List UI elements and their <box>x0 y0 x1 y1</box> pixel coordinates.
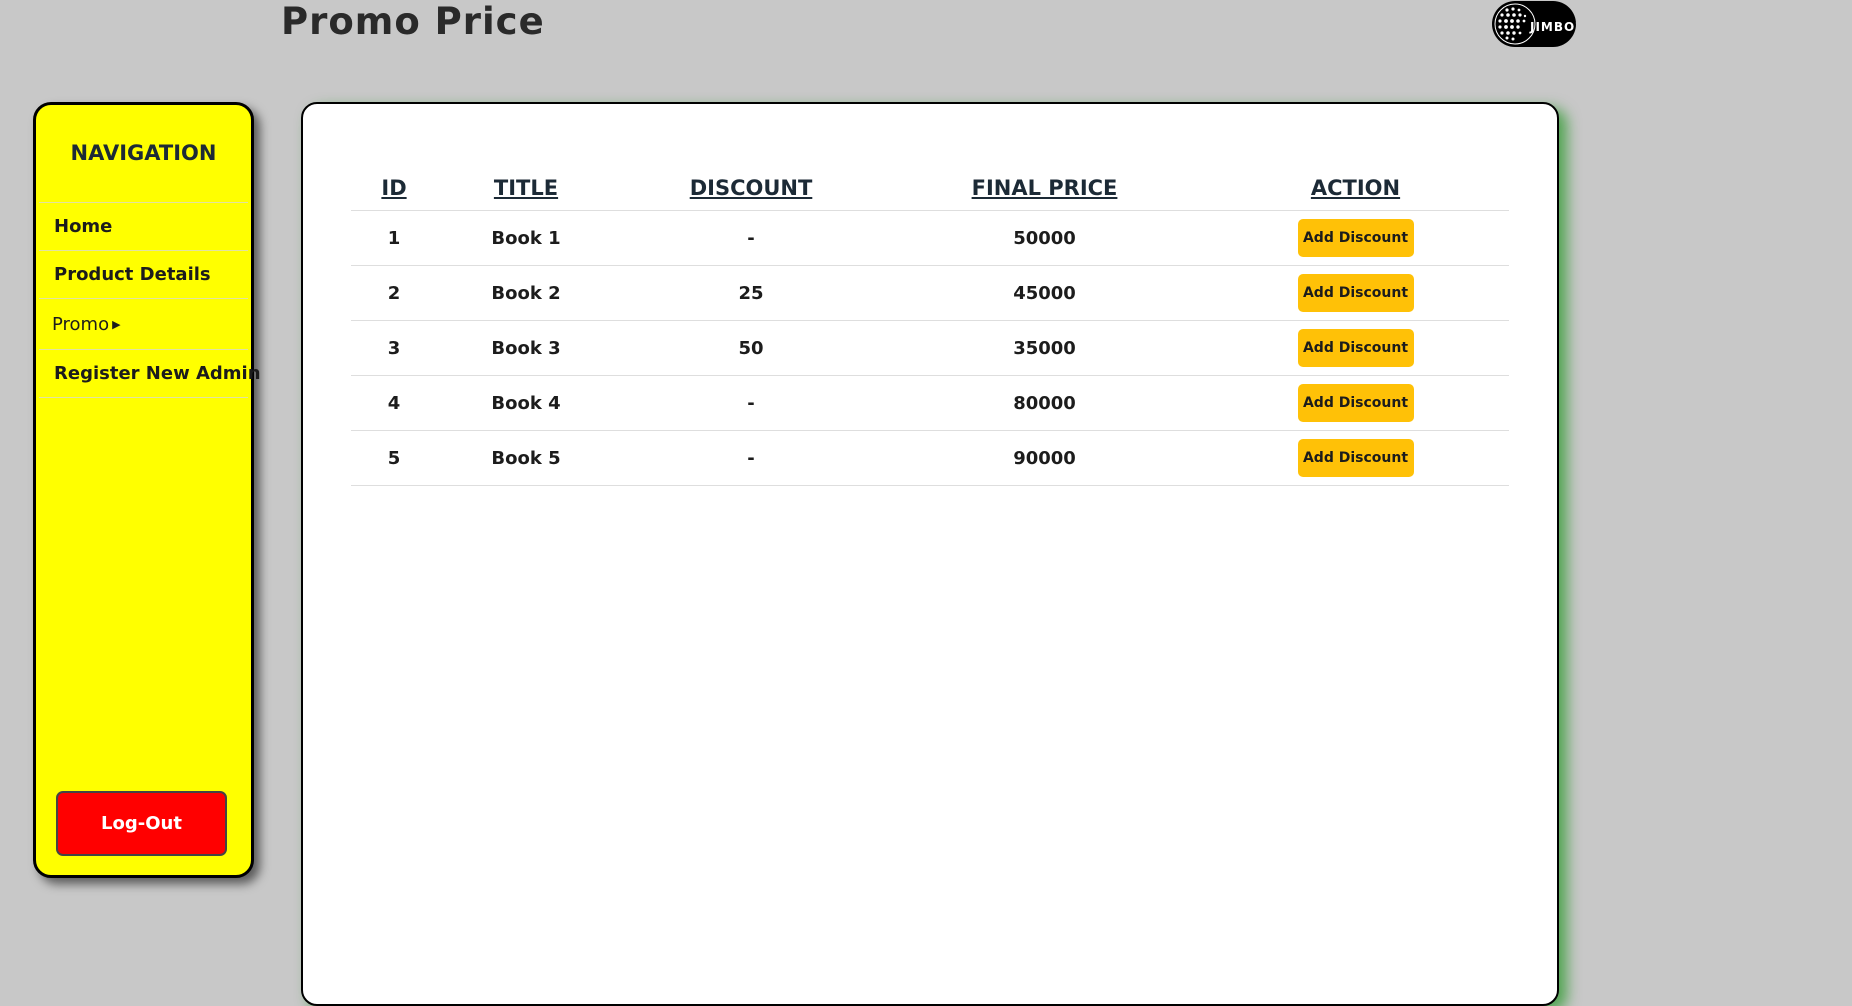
main-card: ID TITLE DISCOUNT FINAL PRICE ACTION 1 B… <box>301 102 1559 1006</box>
table-row: 3 Book 3 50 35000 Add Discount <box>351 320 1509 376</box>
table-row: 2 Book 2 25 45000 Add Discount <box>351 265 1509 321</box>
cell-id: 5 <box>351 430 437 486</box>
cell-title: Book 5 <box>437 430 615 486</box>
sidebar-item-label: Register New Admin <box>54 363 261 384</box>
brand-logo[interactable]: JIMBOZ <box>1492 1 1576 47</box>
cell-id: 3 <box>351 320 437 376</box>
add-discount-button[interactable]: Add Discount <box>1297 384 1414 422</box>
sidebar-item-label: Home <box>54 216 113 237</box>
cell-final-price: 35000 <box>887 320 1202 376</box>
sidebar-title: NAVIGATION <box>70 141 217 165</box>
column-header-action: ACTION <box>1202 166 1509 211</box>
sidebar: NAVIGATION Home Product Details Promo ▶ … <box>33 102 261 878</box>
cell-id: 1 <box>351 210 437 266</box>
cell-discount: - <box>615 375 887 431</box>
cell-final-price: 90000 <box>887 430 1202 486</box>
table-row: 4 Book 4 - 80000 Add Discount <box>351 375 1509 431</box>
cell-final-price: 50000 <box>887 210 1202 266</box>
add-discount-button[interactable]: Add Discount <box>1297 439 1414 477</box>
table-row: 5 Book 5 - 90000 Add Discount <box>351 430 1509 486</box>
sidebar-item-label: Product Details <box>54 264 211 285</box>
logo-text: JIMBOZ <box>1530 20 1576 34</box>
cell-discount: 25 <box>615 265 887 321</box>
cell-id: 4 <box>351 375 437 431</box>
cell-discount: - <box>615 430 887 486</box>
cell-action: Add Discount <box>1202 265 1509 321</box>
promo-table: ID TITLE DISCOUNT FINAL PRICE ACTION 1 B… <box>351 166 1509 486</box>
cell-title: Book 1 <box>437 210 615 266</box>
cell-title: Book 2 <box>437 265 615 321</box>
cell-title: Book 3 <box>437 320 615 376</box>
add-discount-button[interactable]: Add Discount <box>1297 219 1414 257</box>
cell-action: Add Discount <box>1202 375 1509 431</box>
page-title: Promo Price <box>281 0 545 43</box>
cell-discount: 50 <box>615 320 887 376</box>
column-header-id: ID <box>351 166 437 211</box>
cell-discount: - <box>615 210 887 266</box>
column-header-title: TITLE <box>437 166 615 211</box>
table-header-row: ID TITLE DISCOUNT FINAL PRICE ACTION <box>351 166 1509 211</box>
cell-title: Book 4 <box>437 375 615 431</box>
sidebar-nav: Home Product Details Promo ▶ Register Ne… <box>39 202 261 398</box>
sidebar-item-promo[interactable]: Promo ▶ <box>39 299 248 350</box>
sidebar-item-register-new-admin[interactable]: Register New Admin <box>39 350 261 398</box>
cell-final-price: 80000 <box>887 375 1202 431</box>
caret-right-icon: ▶ <box>112 317 121 331</box>
add-discount-button[interactable]: Add Discount <box>1297 329 1414 367</box>
column-header-final-price: FINAL PRICE <box>887 166 1202 211</box>
cell-id: 2 <box>351 265 437 321</box>
logout-button[interactable]: Log-Out <box>56 791 227 856</box>
sidebar-item-label: Promo <box>52 313 110 335</box>
sidebar-item-home[interactable]: Home <box>39 203 248 251</box>
cell-action: Add Discount <box>1202 430 1509 486</box>
cell-action: Add Discount <box>1202 210 1509 266</box>
sidebar-item-product-details[interactable]: Product Details <box>39 251 248 299</box>
cell-final-price: 45000 <box>887 265 1202 321</box>
add-discount-button[interactable]: Add Discount <box>1297 274 1414 312</box>
table-row: 1 Book 1 - 50000 Add Discount <box>351 210 1509 266</box>
column-header-discount: DISCOUNT <box>615 166 887 211</box>
cell-action: Add Discount <box>1202 320 1509 376</box>
